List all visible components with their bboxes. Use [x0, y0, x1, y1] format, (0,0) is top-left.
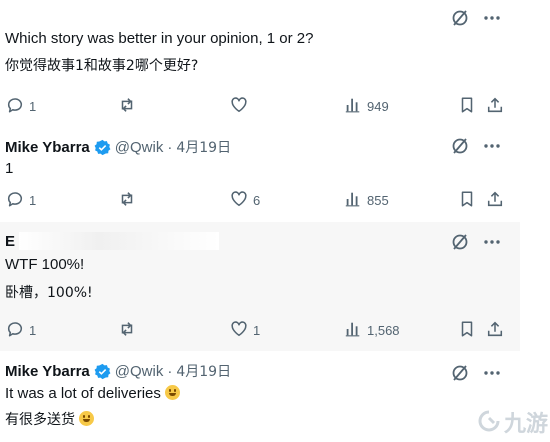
reply-button[interactable]: 1: [6, 96, 36, 117]
bookmark-button[interactable]: [458, 190, 476, 211]
bookmark-icon: [458, 320, 476, 341]
tweet-3[interactable]: E WTF 100%! 卧槽，100%! 1 1 1,568: [0, 222, 520, 352]
bookmark-icon: [458, 96, 476, 117]
tweet-text-line: Which story was better in your opinion, …: [5, 30, 314, 47]
like-button[interactable]: 6: [230, 190, 260, 211]
tweet-text-line: 1: [5, 160, 14, 177]
views-icon: [344, 320, 362, 341]
tweet-date[interactable]: 4月19日: [176, 137, 231, 157]
scrollbar-gutter[interactable]: [520, 0, 550, 442]
grok-icon[interactable]: [450, 363, 470, 383]
like-button[interactable]: 1: [230, 320, 260, 341]
author-name[interactable]: Mike Ybarra: [5, 363, 90, 380]
like-count: 6: [253, 193, 261, 208]
tweet-text-line: 有很多送货: [5, 411, 95, 429]
tweet-text: 有很多送货: [5, 412, 75, 428]
more-icon[interactable]: [482, 8, 502, 28]
like-button[interactable]: [230, 96, 248, 117]
grok-icon[interactable]: [450, 232, 470, 252]
author-handle[interactable]: @Qwik: [115, 139, 164, 156]
redacted-author-area: [19, 232, 220, 250]
retweet-icon: [118, 190, 136, 211]
author-name-partial[interactable]: E: [5, 233, 15, 250]
separator-dot: ·: [167, 362, 173, 380]
tweet-1[interactable]: Which story was better in your opinion, …: [0, 0, 520, 129]
reply-button[interactable]: 1: [6, 190, 36, 211]
retweet-icon: [118, 96, 136, 117]
grok-icon[interactable]: [450, 136, 470, 156]
tweet-text-line: It was a lot of deliveries: [5, 385, 181, 403]
view-count: 855: [367, 193, 389, 208]
verified-badge-icon: [94, 139, 111, 156]
watermark-logo: 九游: [476, 406, 548, 438]
more-icon[interactable]: [482, 363, 502, 383]
views-button[interactable]: 855: [344, 190, 389, 211]
share-button[interactable]: [486, 96, 504, 117]
bookmark-button[interactable]: [458, 96, 476, 117]
tweet-2[interactable]: Mike Ybarra @Qwik · 4月19日 1 1 6 855: [0, 128, 520, 223]
tweet-text-line: 你觉得故事1和故事2哪个更好?: [5, 58, 199, 74]
share-icon: [486, 190, 504, 211]
views-icon: [344, 96, 362, 117]
tweet-text-line: WTF 100%!: [5, 256, 85, 273]
views-button[interactable]: 1,568: [344, 320, 400, 341]
retweet-button[interactable]: [118, 96, 136, 117]
share-icon: [486, 96, 504, 117]
bookmark-button[interactable]: [458, 320, 476, 341]
like-icon: [230, 190, 248, 211]
share-button[interactable]: [486, 320, 504, 341]
retweet-button[interactable]: [118, 320, 136, 341]
views-icon: [344, 190, 362, 211]
retweet-icon: [118, 320, 136, 341]
reply-count: 1: [29, 193, 37, 208]
more-icon[interactable]: [482, 232, 502, 252]
grinning-face-emoji: [165, 385, 181, 400]
grok-icon[interactable]: [450, 8, 470, 28]
like-icon: [230, 320, 248, 341]
reply-icon: [6, 320, 24, 341]
author-handle[interactable]: @Qwik: [115, 363, 164, 380]
bookmark-icon: [458, 190, 476, 211]
reply-button[interactable]: 1: [6, 320, 36, 341]
view-count: 1,568: [367, 323, 400, 338]
reply-count: 1: [29, 99, 37, 114]
share-icon: [486, 320, 504, 341]
views-button[interactable]: 949: [344, 96, 389, 117]
reply-icon: [6, 96, 24, 117]
separator-dot: ·: [167, 138, 173, 156]
share-button[interactable]: [486, 190, 504, 211]
author-name[interactable]: Mike Ybarra: [5, 139, 90, 156]
like-count: 1: [253, 323, 261, 338]
tweet-date[interactable]: 4月19日: [176, 361, 231, 381]
watermark-text: 九游: [503, 412, 548, 437]
grinning-face-emoji: [79, 411, 95, 426]
like-icon: [230, 96, 248, 117]
more-icon[interactable]: [482, 136, 502, 156]
verified-badge-icon: [94, 363, 111, 380]
reply-count: 1: [29, 323, 37, 338]
tweet-text: It was a lot of deliveries: [5, 385, 161, 402]
retweet-button[interactable]: [118, 190, 136, 211]
tweet-4[interactable]: Mike Ybarra @Qwik · 4月19日 It was a lot o…: [0, 351, 520, 442]
tweet-text-line: 卧槽，100%!: [5, 285, 93, 301]
watermark-logo-icon: [478, 410, 500, 432]
view-count: 949: [367, 99, 389, 114]
reply-icon: [6, 190, 24, 211]
